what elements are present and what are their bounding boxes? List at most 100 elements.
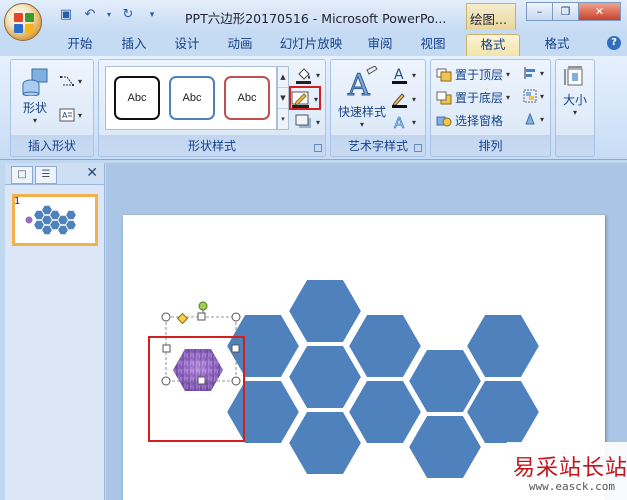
- text-box-button[interactable]: A ▾: [59, 108, 82, 122]
- tab-view[interactable]: 视图: [411, 34, 455, 56]
- outline-tab-icon[interactable]: ☰: [35, 166, 57, 184]
- insert-shapes-group-label: 插入形状: [27, 139, 76, 153]
- text-effects-icon: A: [394, 114, 406, 130]
- slide-number: 1: [14, 196, 21, 207]
- shape-effects-dropdown-icon: ▾: [316, 117, 321, 127]
- undo-dropdown-icon[interactable]: ▾: [106, 7, 112, 23]
- hexagon-shape[interactable]: [286, 278, 364, 344]
- shape-effects-button[interactable]: ▾: [295, 114, 320, 130]
- title-bar: ▣ ↶ ▾ ↻ ▾ PPT六边形20170516 - Microsoft Pow…: [0, 0, 627, 41]
- close-button[interactable]: ✕: [578, 2, 621, 21]
- hexagon-shape[interactable]: [406, 414, 484, 480]
- hexagon-shape[interactable]: [346, 379, 424, 445]
- size-button[interactable]: 大小 ▾: [558, 66, 592, 117]
- shape-style-black[interactable]: Abc: [114, 76, 160, 120]
- group-insert-shapes: 形状 ▾ ▾ A ▾ 插入形状: [10, 59, 94, 157]
- gallery-scroll: ▲ ▼ ▾: [277, 66, 289, 130]
- gallery-more-icon[interactable]: ▾: [278, 109, 288, 130]
- rotate-icon: [525, 112, 535, 125]
- shape-style-blue[interactable]: Abc: [169, 76, 215, 120]
- size-dropdown-icon: ▾: [572, 108, 577, 117]
- shapes-label: 形状: [22, 101, 47, 115]
- ribbon: 形状 ▾ ▾ A ▾ 插入形状 Abc Abc Abc ▲ ▼ ▾ ▾ ▾ ▾ …: [0, 56, 627, 160]
- quick-styles-label: 快速样式: [337, 105, 386, 119]
- resize-handle-top[interactable]: [197, 312, 206, 321]
- slides-pane-tabs: □ ☰ ✕: [5, 163, 104, 185]
- rotation-handle[interactable]: [198, 301, 208, 311]
- office-button[interactable]: [4, 3, 42, 41]
- hexagon-shape[interactable]: [286, 344, 364, 410]
- text-box-icon: A: [59, 108, 75, 122]
- close-pane-icon[interactable]: ✕: [86, 165, 98, 181]
- hexagon-shape[interactable]: [346, 313, 424, 379]
- tab-animations[interactable]: 动画: [218, 34, 262, 56]
- restore-button[interactable]: ❐: [552, 2, 579, 21]
- wordart-group-label: 艺术字样式: [347, 139, 408, 153]
- watermark-url: www.easck.com: [528, 480, 615, 493]
- tab-insert[interactable]: 插入: [112, 34, 156, 56]
- rotate-button[interactable]: ▾: [523, 112, 544, 126]
- hexagon-shape[interactable]: [464, 313, 542, 379]
- tab-home[interactable]: 开始: [58, 34, 102, 56]
- minimize-button[interactable]: –: [526, 2, 553, 21]
- gallery-up-icon[interactable]: ▲: [278, 67, 288, 88]
- selection-pane-button[interactable]: 选择窗格: [436, 112, 503, 129]
- tab-format-picture[interactable]: 格式: [532, 34, 582, 56]
- tab-design[interactable]: 设计: [165, 34, 209, 56]
- save-icon[interactable]: ▣: [58, 7, 74, 23]
- group-shape-styles: Abc Abc Abc ▲ ▼ ▾ ▾ ▾ ▾ 形状样式: [98, 59, 326, 157]
- text-effects-button[interactable]: A ▾: [391, 114, 416, 130]
- selected-picture-hexagon[interactable]: [173, 349, 223, 391]
- customize-qat-icon[interactable]: ▾: [144, 7, 160, 23]
- help-icon[interactable]: ?: [607, 36, 621, 50]
- resize-handle-bottom-right[interactable]: [231, 376, 241, 386]
- resize-handle-bottom[interactable]: [197, 376, 206, 385]
- paint-bucket-icon: [296, 68, 311, 84]
- align-button[interactable]: ▾: [523, 66, 544, 80]
- align-dropdown-icon: ▾: [540, 68, 545, 78]
- resize-handle-left[interactable]: [162, 344, 171, 353]
- text-outline-dropdown-icon: ▾: [412, 94, 417, 104]
- hexagon-shape[interactable]: [286, 410, 364, 476]
- shape-fill-button[interactable]: ▾: [295, 66, 320, 84]
- thumbnail-lavender-hexagon: [25, 216, 33, 224]
- lavender-texture: [173, 349, 223, 391]
- wordart-launcher-icon[interactable]: [414, 144, 422, 152]
- send-to-back-button[interactable]: 置于底层 ▾: [436, 89, 510, 106]
- shapes-dropdown-icon: ▾: [32, 116, 37, 125]
- bring-to-front-icon: [436, 68, 452, 81]
- adjust-handle[interactable]: [176, 312, 189, 325]
- resize-handle-right[interactable]: [231, 344, 240, 353]
- hexagon-shape[interactable]: [224, 379, 302, 445]
- shape-styles-launcher-icon[interactable]: [314, 144, 322, 152]
- drawing-tools-context-title: 绘图...: [466, 3, 516, 30]
- group-size: 大小 ▾: [555, 59, 595, 157]
- gallery-down-icon[interactable]: ▼: [278, 88, 288, 109]
- svg-text:A: A: [394, 67, 404, 83]
- shapes-button[interactable]: 形状 ▾: [17, 66, 53, 125]
- bring-to-front-button[interactable]: 置于顶层 ▾: [436, 66, 510, 83]
- edit-shape-button[interactable]: ▾: [59, 74, 82, 88]
- tab-format-drawing[interactable]: 格式: [466, 34, 520, 56]
- shape-style-red[interactable]: Abc: [224, 76, 270, 120]
- text-outline-button[interactable]: ▾: [391, 90, 416, 108]
- quick-styles-button[interactable]: A 快速样式 ▾: [335, 65, 389, 129]
- text-fill-button[interactable]: A ▾: [391, 66, 416, 84]
- tab-review[interactable]: 审阅: [358, 34, 402, 56]
- svg-text:A: A: [394, 114, 405, 130]
- text-effects-dropdown-icon: ▾: [412, 117, 417, 127]
- office-logo-icon: [14, 13, 34, 33]
- thumbnail-hexagon: [65, 210, 77, 220]
- redo-icon[interactable]: ↻: [120, 7, 136, 23]
- resize-handle-bottom-left[interactable]: [161, 376, 171, 386]
- tab-slide-show[interactable]: 幻灯片放映: [271, 34, 351, 56]
- resize-handle-top-left[interactable]: [161, 312, 171, 322]
- resize-handle-top-right[interactable]: [231, 312, 241, 322]
- slides-tab-icon[interactable]: □: [11, 166, 33, 184]
- group-objects-button[interactable]: ▾: [523, 89, 544, 103]
- group-objects-dropdown-icon: ▾: [540, 91, 545, 101]
- slide-thumbnail[interactable]: [12, 194, 98, 246]
- edit-shape-dropdown-icon: ▾: [78, 76, 83, 86]
- send-to-back-icon: [436, 91, 452, 104]
- undo-icon[interactable]: ↶: [82, 7, 98, 23]
